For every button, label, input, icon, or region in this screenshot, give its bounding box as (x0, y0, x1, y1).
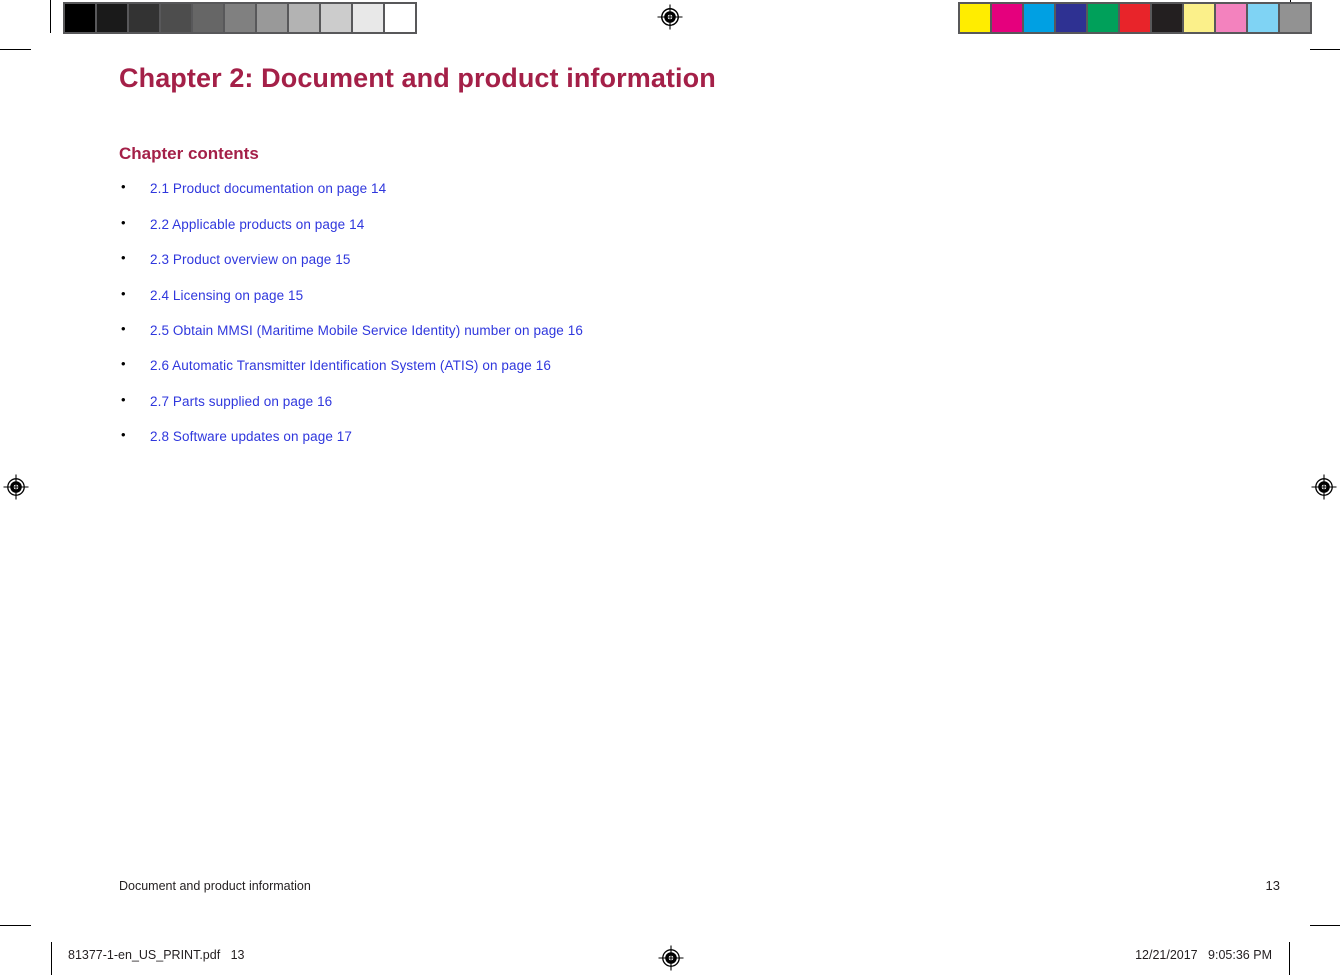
list-item[interactable]: • 2.1 Product documentation on page 14 (119, 179, 1280, 198)
page-title: Chapter 2: Document and product informat… (119, 63, 716, 93)
strip-divider-left (51, 942, 52, 975)
color-swatch-1 (992, 4, 1022, 32)
chapter-contents-heading: Chapter contents (119, 144, 259, 164)
grayscale-swatch-4 (193, 4, 223, 32)
process-color-bar (958, 2, 1312, 34)
crop-mark-bottom-left-horizontal (0, 925, 31, 926)
grayscale-swatch-1 (97, 4, 127, 32)
color-swatch-6 (1152, 4, 1182, 32)
grayscale-step-wedge (63, 2, 417, 34)
color-swatch-4 (1088, 4, 1118, 32)
toc-link[interactable]: 2.6 Automatic Transmitter Identification… (150, 358, 551, 373)
registration-target-icon-top-center (657, 4, 683, 30)
toc-link[interactable]: 2.7 Parts supplied on page 16 (150, 394, 332, 409)
grayscale-swatch-0 (65, 4, 95, 32)
grayscale-swatch-2 (129, 4, 159, 32)
grayscale-swatch-6 (257, 4, 287, 32)
print-timestamp: 12/21/2017 9:05:36 PM (1135, 948, 1272, 962)
pdf-viewer-bottom-strip: 81377-1-en_US_PRINT.pdf 13 12/21/2017 9:… (0, 938, 1340, 975)
color-swatch-2 (1024, 4, 1054, 32)
bullet-icon: • (121, 356, 126, 372)
list-item[interactable]: • 2.3 Product overview on page 15 (119, 250, 1280, 269)
toc-link[interactable]: 2.2 Applicable products on page 14 (150, 217, 364, 232)
running-footer: Document and product information 13 (119, 878, 1280, 893)
list-item[interactable]: • 2.7 Parts supplied on page 16 (119, 391, 1280, 411)
list-item[interactable]: • 2.6 Automatic Transmitter Identificatio… (119, 356, 1280, 375)
toc-link[interactable]: 2.4 Licensing on page 15 (150, 288, 303, 303)
color-swatch-5 (1120, 4, 1150, 32)
chapter-contents-list: • 2.1 Product documentation on page 14 • 2.… (119, 179, 1280, 446)
crop-mark-top-left-vertical (50, 0, 51, 33)
color-swatch-0 (960, 4, 990, 32)
toc-link[interactable]: 2.3 Product overview on page 15 (150, 252, 350, 267)
grayscale-swatch-9 (353, 4, 383, 32)
list-item[interactable]: • 2.5 Obtain MMSI (Maritime Mobile Servic… (119, 320, 1280, 340)
grayscale-swatch-7 (289, 4, 319, 32)
page-number: 13 (1265, 878, 1280, 893)
bullet-icon: • (121, 214, 126, 230)
bullet-icon: • (121, 427, 126, 443)
grayscale-swatch-3 (161, 4, 191, 32)
grayscale-swatch-5 (225, 4, 255, 32)
bullet-icon: • (121, 391, 126, 407)
color-swatch-10 (1280, 4, 1310, 32)
color-swatch-9 (1248, 4, 1278, 32)
crop-mark-top-left-horizontal (0, 49, 31, 50)
toc-link[interactable]: 2.8 Software updates on page 17 (150, 429, 352, 444)
page-root: Chapter 2: Document and product informat… (0, 0, 1340, 975)
strip-divider-right (1289, 942, 1290, 975)
bullet-icon: • (121, 320, 126, 336)
bullet-icon: • (121, 179, 126, 195)
bullet-icon: • (121, 250, 126, 266)
running-footer-text: Document and product information (119, 879, 311, 893)
grayscale-swatch-10 (385, 4, 415, 32)
document-filename: 81377-1-en_US_PRINT.pdf 13 (68, 948, 245, 962)
crop-mark-bottom-right-horizontal (1310, 925, 1340, 926)
color-swatch-8 (1216, 4, 1246, 32)
toc-link[interactable]: 2.1 Product documentation on page 14 (150, 181, 386, 196)
color-swatch-3 (1056, 4, 1086, 32)
registration-target-icon-left (3, 474, 29, 500)
registration-target-icon-right (1311, 474, 1337, 500)
toc-link[interactable]: 2.5 Obtain MMSI (Maritime Mobile Service… (150, 323, 583, 338)
page-content: Chapter 2: Document and product informat… (119, 62, 1280, 464)
grayscale-swatch-8 (321, 4, 351, 32)
list-item[interactable]: • 2.4 Licensing on page 15 (119, 285, 1280, 305)
crop-mark-top-right-horizontal (1310, 49, 1340, 50)
list-item[interactable]: • 2.8 Software updates on page 17 (119, 427, 1280, 446)
color-swatch-7 (1184, 4, 1214, 32)
list-item[interactable]: • 2.2 Applicable products on page 14 (119, 214, 1280, 234)
bullet-icon: • (121, 285, 126, 301)
